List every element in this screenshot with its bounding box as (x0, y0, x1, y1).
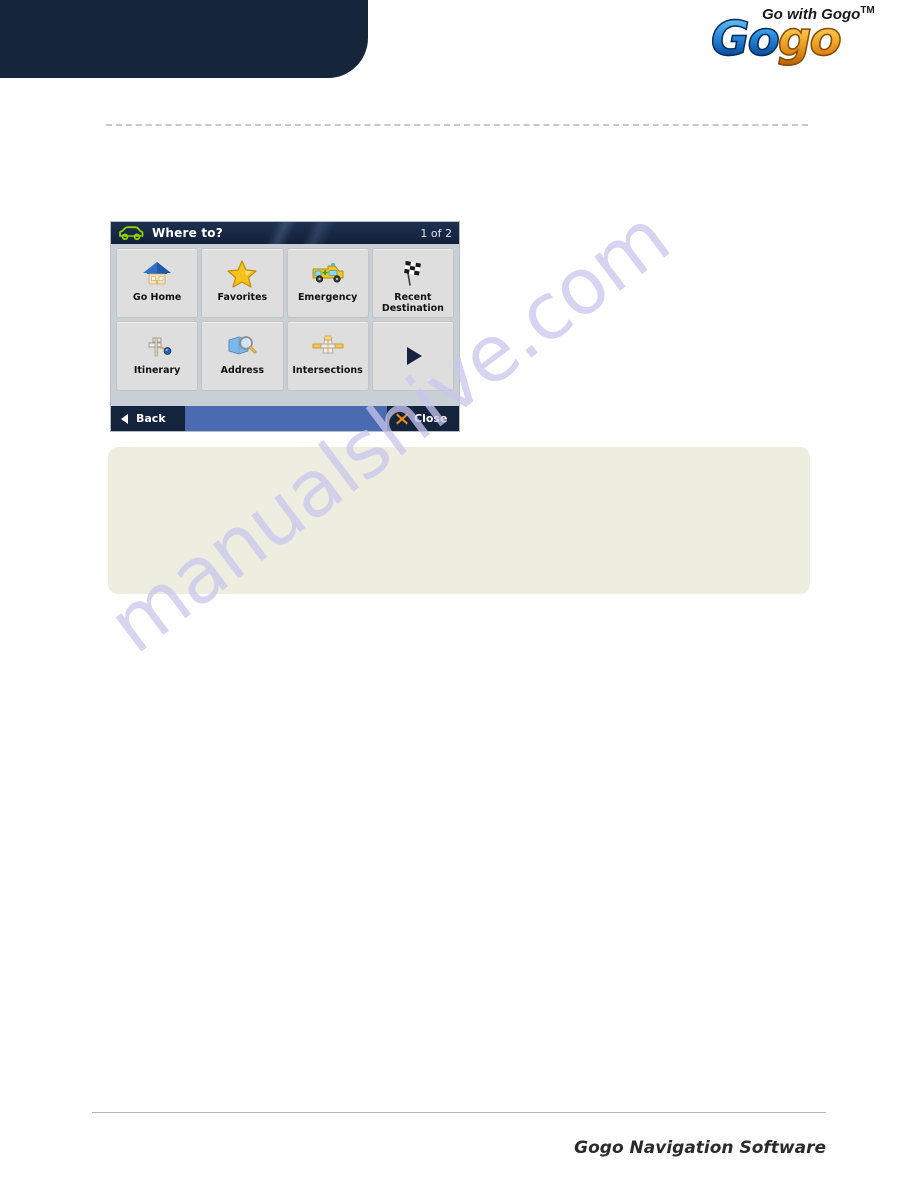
next-page-arrow-icon (390, 336, 436, 376)
ambulance-icon (305, 256, 351, 290)
back-button-label: Back (136, 412, 166, 425)
tile-label-line2: Destination (381, 303, 444, 314)
tile-label: Favorites (217, 292, 268, 303)
x-mark-icon (396, 412, 408, 425)
tile-label: Intersections (292, 365, 363, 376)
screen-footer-bar: Back Close (111, 406, 459, 431)
star-icon (219, 256, 265, 290)
tile-label: Go Home (132, 292, 182, 303)
logo-trademark: TM (860, 5, 875, 16)
tile-emergency[interactable]: Emergency (286, 248, 369, 318)
tile-intersections[interactable]: Intersections (286, 321, 369, 391)
tile-favorites[interactable]: Favorites (201, 248, 284, 318)
signpost-icon (134, 329, 180, 363)
tile-address[interactable]: Address (201, 321, 284, 391)
footer-label: Gogo Navigation Software (574, 1138, 826, 1158)
note-box (108, 447, 810, 594)
logo-wordmark-gold: go (777, 12, 842, 67)
crossroads-icon (305, 329, 351, 363)
page-indicator: 1 of 2 (420, 226, 452, 240)
checkered-flag-icon (390, 256, 436, 290)
map-magnifier-icon (219, 329, 265, 363)
header-navy-shape (0, 0, 368, 78)
tile-grid: Go Home Favorites Emergency Recent Desti… (111, 244, 459, 391)
tile-label: Recent Destination (380, 292, 446, 314)
close-button[interactable]: Close (387, 406, 459, 431)
tile-go-home[interactable]: Go Home (116, 248, 199, 318)
back-button[interactable]: Back (111, 406, 185, 431)
footer-divider (92, 1112, 826, 1113)
gogo-logo: Go with GogoTM Gogo (705, 4, 877, 64)
dashed-divider (106, 124, 808, 126)
close-button-label: Close (414, 412, 448, 425)
left-triangle-icon (121, 413, 128, 424)
tile-label: Itinerary (133, 365, 181, 376)
logo-wordmark: Gogo (710, 15, 842, 64)
tile-label-line1: Recent (394, 292, 432, 303)
tile-itinerary[interactable]: Itinerary (116, 321, 199, 391)
screen-titlebar: Where to? 1 of 2 (111, 222, 459, 244)
navigation-device-screen: Where to? 1 of 2 Go Home Favorites Emerg… (110, 221, 460, 432)
house-icon (134, 256, 180, 290)
tile-next-page[interactable] (371, 321, 454, 391)
car-icon (119, 226, 144, 241)
tile-label: Emergency (297, 292, 358, 303)
tile-label: Address (220, 365, 265, 376)
page-header: Go with GogoTM Gogo (0, 0, 918, 90)
logo-wordmark-blue: Go (710, 12, 780, 67)
tile-recent-destination[interactable]: Recent Destination (371, 248, 454, 318)
screen-title: Where to? (152, 226, 223, 240)
